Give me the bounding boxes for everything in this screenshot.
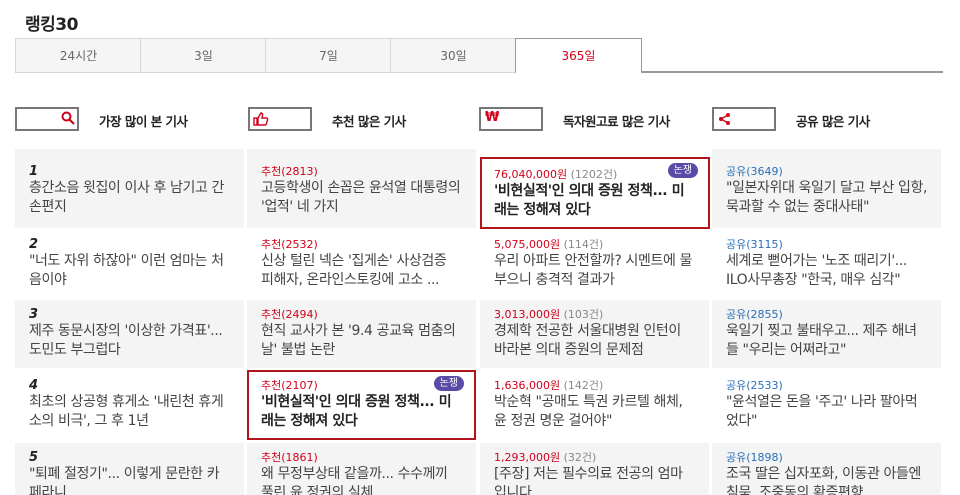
donation-item[interactable]: 5,075,000원 (114건) 우리 아파트 안전할까? 시멘트에 물 부으… (480, 231, 709, 297)
recommend-count: 추천(2107) (261, 379, 318, 392)
ranking-row: 3 제주 동문시장의 '이상한 가격표'... 도민도 부그럽다 추천(2494… (15, 300, 943, 368)
headline[interactable]: "일본자위대 욱일기 달고 부산 입항, 묵과할 수 없는 중대사태" (726, 179, 927, 217)
rank-number: 1 (29, 164, 39, 179)
donation-item[interactable]: 1,293,000원 (32건) [주장] 저는 필수의료 전공의 엄마입니다 (480, 443, 709, 495)
headline[interactable]: 현직 교사가 본 '9.4 공교육 멈춤의 날' 불법 논란 (261, 322, 462, 360)
donation-amount: 1,293,000원 (32건) (494, 451, 597, 464)
recommend-count: 추천(2813) (261, 165, 318, 178)
headline[interactable]: 경제학 전공한 서울대병원 인턴이 바라본 의대 증원의 문제점 (494, 322, 695, 360)
headline[interactable]: 최초의 상공형 휴게소 '내린천 휴게소의 비극', 그 후 1년 (29, 393, 230, 431)
recommend-count: 추천(1861) (261, 451, 318, 464)
ranking-row: 4 최초의 상공형 휴게소 '내린천 휴게소의 비극', 그 후 1년 논쟁 추… (15, 370, 943, 440)
won-icon-box: ₩ (479, 107, 543, 131)
donation-amount: 5,075,000원 (114건) (494, 238, 604, 251)
recommend-count: 추천(2494) (261, 308, 318, 321)
column-label: 독자원고료 많은 기사 (563, 114, 670, 129)
won-icon: ₩ (485, 110, 500, 125)
debate-badge: 논쟁 (433, 376, 464, 391)
thumbs-up-icon-box (248, 107, 312, 131)
rank-number: 5 (29, 450, 39, 465)
recommended-item[interactable]: 추천(2494) 현직 교사가 본 '9.4 공교육 멈춤의 날' 불법 논란 (247, 300, 476, 368)
donation-item[interactable]: 1,636,000원 (142건) 박순혁 "공매도 특권 카르텔 해체, 윤 … (480, 370, 709, 440)
tab-7d[interactable]: 7일 (265, 38, 391, 73)
column-label: 공유 많은 기사 (796, 114, 870, 129)
most-viewed-item[interactable]: 4 최초의 상공형 휴게소 '내린천 휴게소의 비극', 그 후 1년 (15, 370, 244, 440)
share-icon (719, 113, 730, 125)
share-count: 공유(3649) (726, 165, 783, 178)
shared-item[interactable]: 공유(3115) 세계로 뻗어가는 '노조 때리기'... ILO사무총장 "한… (712, 231, 941, 297)
headline[interactable]: 세계로 뻗어가는 '노조 때리기'... ILO사무총장 "한국, 매우 심각" (726, 252, 927, 290)
headline[interactable]: 박순혁 "공매도 특권 카르텔 해체, 윤 정권 명운 걸어야" (494, 393, 695, 431)
recommended-item-highlighted[interactable]: 논쟁 추천(2107) '비현실적'인 의대 증원 정책... 미래는 정해져 … (247, 370, 476, 440)
most-viewed-item[interactable]: 3 제주 동문시장의 '이상한 가격표'... 도민도 부그럽다 (15, 300, 244, 368)
share-count: 공유(3115) (726, 238, 783, 251)
rank-number: 3 (29, 307, 39, 322)
headline[interactable]: "너도 자위 하잖아" 이런 엄마는 처음이야 (29, 252, 230, 290)
headline[interactable]: 제주 동문시장의 '이상한 가격표'... 도민도 부그럽다 (29, 322, 230, 360)
search-icon-box (15, 107, 79, 131)
share-count: 공유(2533) (726, 379, 783, 392)
donation-amount: 3,013,000원 (103건) (494, 308, 604, 321)
donation-item[interactable]: 3,013,000원 (103건) 경제학 전공한 서울대병원 인턴이 바라본 … (480, 300, 709, 368)
tab-365d[interactable]: 365일 (515, 38, 642, 74)
headline[interactable]: 신상 털린 넥슨 '집게손' 사상검증 피해자, 온라인스토킹에 고소 ... (261, 252, 462, 290)
headline[interactable]: 조국 딸은 십자포화, 이동관 아들엔 침묵, 조중동의 확증편향 (726, 465, 927, 495)
headline[interactable]: "윤석열은 돈을 '주고' 나라 팔아먹었다" (726, 393, 927, 431)
tab-30d[interactable]: 30일 (390, 38, 516, 73)
most-viewed-item[interactable]: 2 "너도 자위 하잖아" 이런 엄마는 처음이야 (15, 231, 244, 297)
shared-item[interactable]: 공유(2855) 욱일기 찢고 불태우고... 제주 해녀들 "우리는 어쩌라고… (712, 300, 941, 368)
shared-item[interactable]: 공유(2533) "윤석열은 돈을 '주고' 나라 팔아먹었다" (712, 370, 941, 440)
column-label: 추천 많은 기사 (332, 114, 406, 129)
recommended-item[interactable]: 추천(1861) 왜 무정부상태 같을까... 수수께끼 풀린 윤 정권의 실체 (247, 443, 476, 495)
most-viewed-item[interactable]: 5 "퇴폐 절정기"... 이렇게 문란한 카페라니 (15, 443, 244, 495)
recommend-count: 추천(2532) (261, 238, 318, 251)
recommended-item[interactable]: 추천(2532) 신상 털린 넥슨 '집게손' 사상검증 피해자, 온라인스토킹… (247, 231, 476, 297)
headline[interactable]: 층간소음 윗집이 이사 후 남기고 간 손편지 (29, 179, 230, 217)
headline[interactable]: '비현실적'인 의대 증원 정책... 미래는 정해져 있다 (261, 393, 460, 431)
headline[interactable]: 고등학생이 손꼽은 윤석열 대통령의 '업적' 네 가지 (261, 179, 462, 217)
share-count: 공유(1898) (726, 451, 783, 464)
most-viewed-item[interactable]: 1 층간소음 윗집이 이사 후 남기고 간 손편지 (15, 149, 244, 228)
headline[interactable]: [주장] 저는 필수의료 전공의 엄마입니다 (494, 465, 695, 495)
share-icon-box (712, 107, 776, 131)
donation-amount: 1,636,000원 (142건) (494, 379, 604, 392)
headline[interactable]: '비현실적'인 의대 증원 정책... 미래는 정해져 있다 (494, 182, 694, 220)
headline[interactable]: "퇴폐 절정기"... 이렇게 문란한 카페라니 (29, 465, 230, 495)
headline[interactable]: 왜 무정부상태 같을까... 수수께끼 풀린 윤 정권의 실체 (261, 465, 462, 495)
rank-number: 2 (29, 237, 39, 252)
headline[interactable]: 욱일기 찢고 불태우고... 제주 해녀들 "우리는 어쩌라고" (726, 322, 927, 360)
ranking-row: 1 층간소음 윗집이 이사 후 남기고 간 손편지 추천(2813) 고등학생이… (15, 149, 943, 229)
recommended-item[interactable]: 추천(2813) 고등학생이 손꼽은 윤석열 대통령의 '업적' 네 가지 (247, 149, 476, 228)
thumbs-up-icon (253, 112, 269, 126)
ranking-row: 2 "너도 자위 하잖아" 이런 엄마는 처음이야 추천(2532) 신상 털린… (15, 231, 943, 297)
page-title: 랭킹30 (25, 15, 78, 35)
share-count: 공유(2855) (726, 308, 783, 321)
shared-item[interactable]: 공유(1898) 조국 딸은 십자포화, 이동관 아들엔 침묵, 조중동의 확증… (712, 443, 941, 495)
shared-item[interactable]: 공유(3649) "일본자위대 욱일기 달고 부산 입항, 묵과할 수 없는 중… (712, 149, 941, 228)
debate-badge: 논쟁 (667, 163, 698, 178)
period-tabs: 24시간 3일 7일 30일 365일 (15, 38, 943, 74)
donation-item-highlighted[interactable]: 논쟁 76,040,000원 (1202건) '비현실적'인 의대 증원 정책.… (480, 157, 710, 229)
rank-number: 4 (29, 378, 39, 393)
search-icon (61, 111, 75, 125)
headline[interactable]: 우리 아파트 안전할까? 시멘트에 물 부으니 충격적 결과가 (494, 252, 695, 290)
column-label: 가장 많이 본 기사 (99, 114, 188, 129)
donation-amount: 76,040,000원 (1202건) (494, 168, 618, 181)
tab-3d[interactable]: 3일 (140, 38, 266, 73)
ranking-row: 5 "퇴폐 절정기"... 이렇게 문란한 카페라니 추천(1861) 왜 무정… (15, 443, 943, 495)
tab-24h[interactable]: 24시간 (15, 38, 141, 73)
